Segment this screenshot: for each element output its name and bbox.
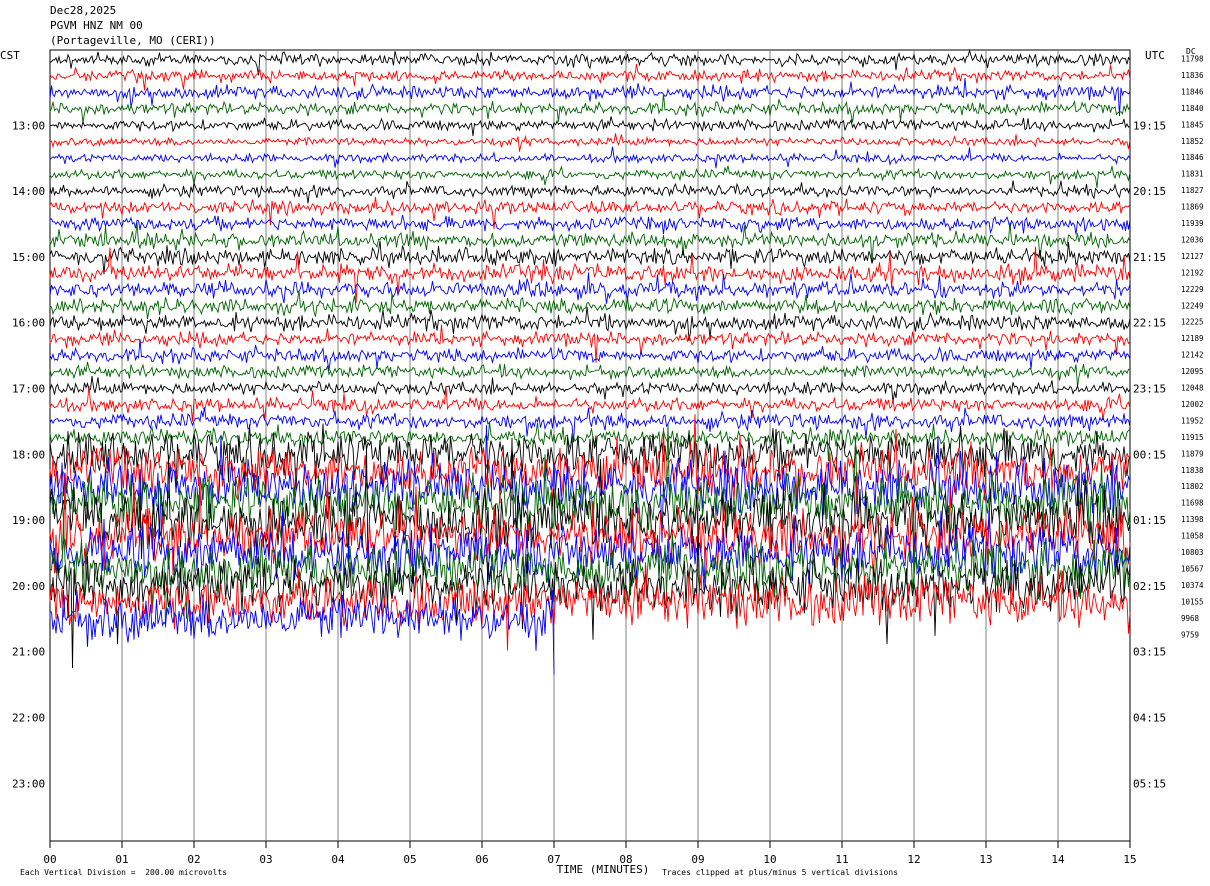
x-tick-label: 03 [259,853,272,866]
dc-offset-34: 9968 [1181,614,1200,623]
x-tick-label: 01 [115,853,128,866]
x-tick-label: 04 [331,853,345,866]
trace-line-9 [49,197,1131,230]
dc-offset-15: 12249 [1181,301,1204,310]
x-axis-label: TIME (MINUTES) [557,863,650,876]
x-tick-label: 11 [835,853,848,866]
right-time-label: 00:15 [1133,448,1166,461]
dc-offset-1: 11836 [1181,71,1204,80]
left-time-label: 16:00 [12,317,45,330]
trace-line-6 [49,146,1131,169]
dc-offset-23: 11915 [1181,433,1204,442]
trace-line-0 [49,48,1131,76]
trace-line-20 [49,376,1131,403]
x-tick-label: 15 [1123,853,1136,866]
dc-offset-13: 12192 [1181,268,1204,277]
x-tick-label: 06 [475,853,488,866]
dc-offset-0: 11798 [1181,55,1204,64]
trace-group [49,48,1131,675]
dc-offset-17: 12189 [1181,334,1204,343]
dc-offset-28: 11398 [1181,515,1204,524]
trace-line-8 [49,180,1131,204]
dc-offset-4: 11845 [1181,120,1204,129]
clip-note: Traces clipped at plus/minus 5 vertical … [662,868,899,877]
dc-offset-24: 11879 [1181,449,1204,458]
dc-offset-19: 12095 [1181,367,1204,376]
trace-line-4 [49,116,1131,137]
right-time-label: 02:15 [1133,580,1166,593]
trace-line-14 [49,272,1131,304]
x-tick-label: 00 [43,853,56,866]
right-time-label: 05:15 [1133,777,1166,790]
x-tick-label: 12 [907,853,920,866]
left-time-label: 17:00 [12,383,45,396]
seismogram-plot: 11798 11836 11846 11840 11845 11852 11846 11831… [12,48,1204,876]
x-tick-label: 05 [403,853,416,866]
x-tick-label: 10 [763,853,776,866]
trace-line-12 [49,240,1131,275]
trace-line-17 [49,324,1131,363]
dc-offset-35: 9759 [1181,630,1199,639]
right-time-label: 04:15 [1133,712,1166,725]
dc-offset-7: 11831 [1181,170,1204,179]
dc-offset-29: 11058 [1181,532,1204,541]
dc-offset-10: 11939 [1181,219,1204,228]
left-time-label: 18:00 [12,448,45,461]
x-tick-label: 14 [1051,853,1065,866]
trace-line-10 [49,214,1131,235]
dc-offset-33: 10155 [1181,597,1204,606]
right-time-label: 19:15 [1133,119,1166,132]
left-time-label: 20:00 [12,580,45,593]
trace-line-13 [49,246,1131,304]
trace-line-16 [49,306,1131,342]
right-time-label: 21:15 [1133,251,1166,264]
dc-offset-12: 12127 [1181,252,1204,261]
dc-offset-16: 12225 [1181,318,1204,327]
dc-offset-30: 10803 [1181,548,1204,557]
scale-note: Each Vertical Division = 200.00 microvol… [20,868,228,877]
dc-offset-11: 12036 [1181,235,1204,244]
left-time-label: 19:00 [12,514,45,527]
trace-line-7 [49,165,1131,188]
plot-grid [49,49,1131,848]
dc-offset-26: 11802 [1181,482,1204,491]
dc-offset-6: 11846 [1181,153,1204,162]
dc-offset-27: 11698 [1181,499,1204,508]
trace-line-22 [49,407,1131,443]
trace-line-15 [49,290,1131,319]
x-tick-label: 13 [979,853,992,866]
left-time-label: 14:00 [12,185,45,198]
trace-line-5 [49,133,1131,152]
dc-offset-21: 12002 [1181,400,1204,409]
dc-offset-14: 12229 [1181,285,1204,294]
right-time-label: 22:15 [1133,317,1166,330]
left-time-label: 21:00 [12,646,45,659]
dc-offset-8: 11827 [1181,186,1204,195]
dc-offset-20: 12048 [1181,384,1204,393]
right-time-label: 01:15 [1133,514,1166,527]
right-time-label: 20:15 [1133,185,1166,198]
dc-offset-32: 10374 [1181,581,1204,590]
dc-offset-25: 11838 [1181,466,1204,475]
dc-offset-5: 11852 [1181,137,1204,146]
dc-offset-18: 12142 [1181,351,1204,360]
dc-offset-3: 11840 [1181,104,1204,113]
trace-line-31 [49,514,1131,628]
dc-offset-22: 11952 [1181,416,1204,425]
dc-offset-31: 10567 [1181,565,1204,574]
left-time-label: 23:00 [12,777,45,790]
left-time-label: 22:00 [12,712,45,725]
right-time-label: 23:15 [1133,383,1166,396]
trace-line-19 [49,361,1131,387]
left-time-label: 13:00 [12,119,45,132]
x-tick-label: 02 [187,853,200,866]
dc-offset-9: 11869 [1181,203,1204,212]
left-time-label: 15:00 [12,251,45,264]
x-tick-label: 09 [691,853,704,866]
right-time-label: 03:15 [1133,646,1166,659]
dc-offset-2: 11846 [1181,87,1204,96]
